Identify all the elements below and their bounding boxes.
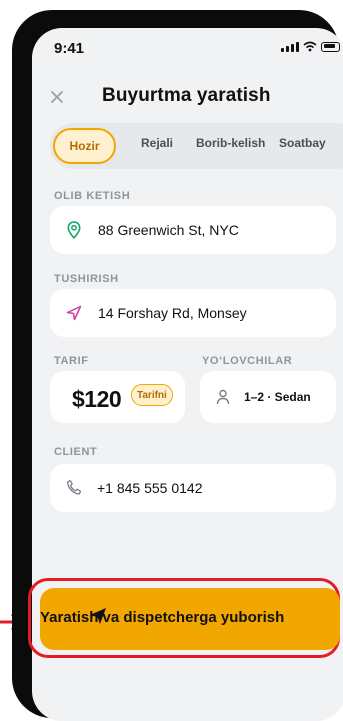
phone-icon: [66, 479, 82, 495]
header: Buyurtma yaratish: [32, 83, 343, 113]
passengers-label: YO‘LOVCHILAR: [202, 355, 293, 367]
dropoff-field[interactable]: 14 Forshay Rd, Monsey: [50, 289, 336, 337]
status-bar: 9:41: [32, 28, 343, 68]
tab-rejali[interactable]: Rejali: [141, 136, 173, 150]
navigation-arrow-icon: [66, 305, 82, 321]
client-phone-field[interactable]: +1 845 555 0142: [50, 464, 336, 512]
tab-soatbay[interactable]: Soatbay: [279, 136, 326, 150]
tariff-price: $120: [72, 386, 122, 412]
ride-type-tabs: Hozir Rejali Borib-kelish Soatbay: [50, 123, 343, 169]
dropoff-label: TUSHIRISH: [54, 273, 119, 285]
pickup-address: 88 Greenwich St, NYC: [98, 222, 239, 238]
battery-icon: [321, 41, 340, 52]
send-icon: [90, 608, 106, 624]
page-title: Buyurtma yaratish: [102, 85, 271, 106]
tab-borib-kelish[interactable]: Borib-kelish: [196, 136, 265, 150]
person-icon: [216, 389, 230, 405]
tariff-card[interactable]: $120 Tarifni: [50, 371, 185, 423]
create-and-dispatch-button[interactable]: Yaratish va dispetcherga yuborish: [40, 588, 340, 650]
location-pin-icon: [67, 221, 81, 239]
tariff-badge[interactable]: Tarifni: [131, 384, 173, 406]
pickup-field[interactable]: 88 Greenwich St, NYC: [50, 206, 336, 254]
close-icon[interactable]: [45, 85, 69, 109]
dropoff-address: 14 Forshay Rd, Monsey: [98, 305, 247, 321]
status-icons: [281, 41, 340, 52]
pickup-label: OLIB KETISH: [54, 190, 131, 202]
tariff-label: TARIF: [54, 355, 89, 367]
client-label: CLIENT: [54, 446, 98, 458]
passengers-value: 1–2 · Sedan: [244, 390, 311, 404]
wifi-icon: [303, 41, 317, 52]
passengers-card[interactable]: 1–2 · Sedan: [200, 371, 336, 423]
status-time: 9:41: [54, 40, 85, 57]
signal-icon: [281, 41, 299, 52]
tab-hozir[interactable]: Hozir: [53, 128, 116, 164]
client-phone: +1 845 555 0142: [97, 480, 203, 496]
cta-label: Yaratish va dispetcherga yuborish: [40, 609, 285, 626]
